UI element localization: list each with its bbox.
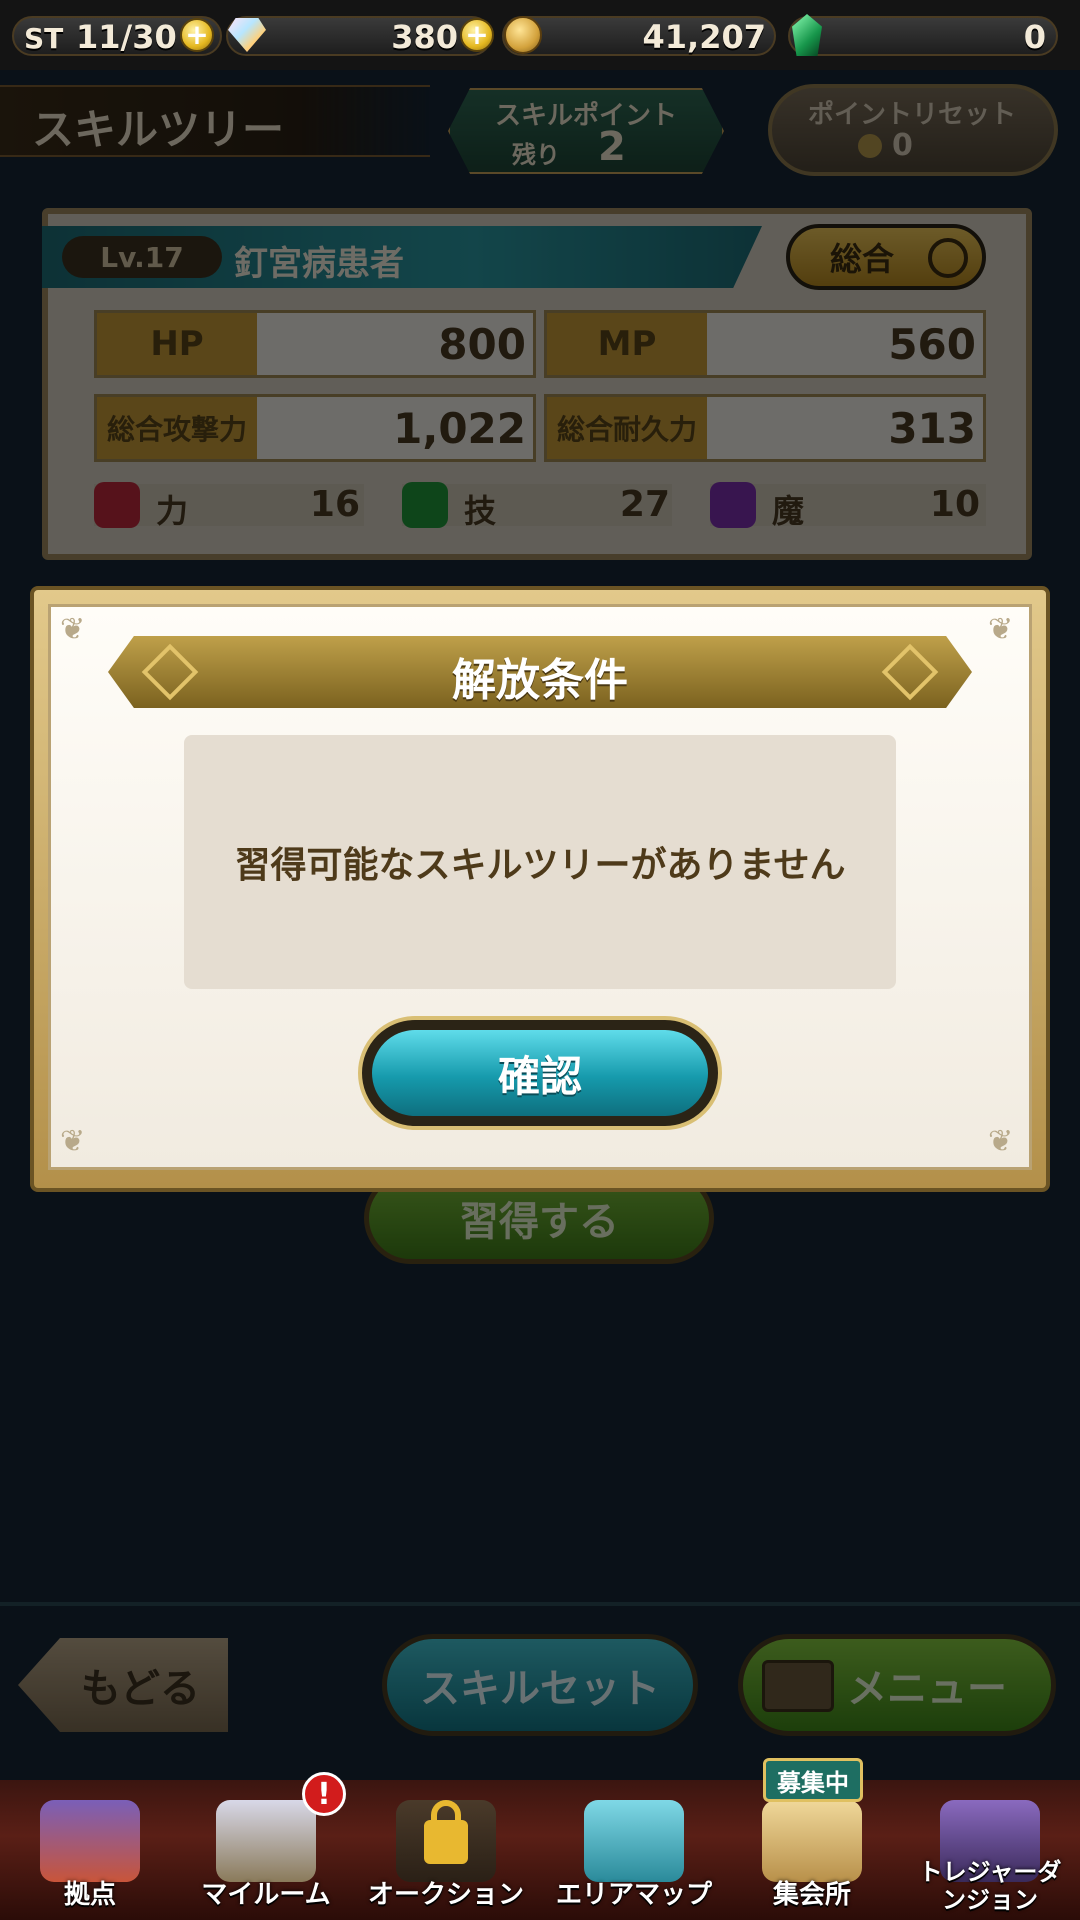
map-icon — [584, 1800, 684, 1882]
nav-label: マイルーム — [201, 1880, 331, 1910]
nav-item-treasure-dungeon[interactable]: トレジャーダンジョン — [900, 1780, 1080, 1920]
gold-value: 41,207 — [642, 18, 766, 56]
nav-label: 集会所 — [772, 1880, 851, 1910]
nav-label: エリアマップ — [555, 1880, 712, 1910]
page-title: スキルツリー — [32, 105, 285, 154]
corner-ornament-icon: ❦ — [60, 1124, 86, 1159]
stat-label: 総合耐久力 — [547, 397, 707, 459]
lock-body — [424, 1820, 468, 1864]
skill-points-remaining-value: 2 — [598, 124, 626, 170]
stat-label: 総合攻撃力 — [97, 397, 257, 459]
corner-ornament-icon: ❦ — [988, 1124, 1014, 1159]
attribute-value: 27 — [619, 484, 670, 525]
modal-title: 解放条件 — [452, 655, 628, 706]
nav-item-area-map[interactable]: エリアマップ — [544, 1780, 724, 1920]
gems-value: 380 — [391, 18, 458, 56]
nav-item-base[interactable]: 拠点 — [0, 1780, 180, 1920]
gold-coin-icon — [504, 16, 542, 54]
attribute-value: 16 — [309, 484, 360, 525]
corner-ornament-icon: ❦ — [60, 612, 86, 647]
skill-points-label: スキルポイント — [495, 101, 678, 131]
back-button[interactable]: もどる — [18, 1638, 228, 1732]
reset-coin-icon — [858, 134, 882, 158]
nav-label: トレジャーダンジョン — [918, 1858, 1062, 1914]
star-icon — [402, 482, 448, 528]
divider — [0, 1602, 1080, 1606]
attribute-label: 技 — [464, 492, 497, 530]
attribute-label: 力 — [156, 492, 189, 530]
confirm-button[interactable]: 確認 — [372, 1030, 708, 1116]
character-name: 釘宮病患者 — [234, 244, 404, 284]
book-icon — [762, 1660, 834, 1712]
stamina-value: 11/30 — [76, 18, 177, 56]
attribute-value: 10 — [929, 484, 980, 525]
stamina-label: ST — [24, 22, 64, 55]
stat-value: 800 — [438, 320, 526, 369]
stat-value: 313 — [888, 404, 976, 453]
nav-label: 拠点 — [63, 1880, 116, 1910]
sword-shield-icon — [216, 1800, 316, 1882]
recruiting-badge: 募集中 — [763, 1758, 863, 1802]
add-stamina-button[interactable]: + — [180, 18, 214, 52]
guild-hall-icon — [762, 1800, 862, 1882]
alert-icon: ! — [302, 1772, 346, 1816]
attribute-label: 魔 — [772, 492, 805, 530]
add-gems-button[interactable]: + — [460, 18, 494, 52]
green-gem-value: 0 — [1023, 18, 1046, 56]
modal-message: 習得可能なスキルツリーがありません — [234, 845, 846, 886]
skill-points-remaining-label: 残り — [512, 141, 560, 169]
fist-icon — [94, 482, 140, 528]
corner-ornament-icon: ❦ — [988, 612, 1014, 647]
stat-label: MP — [547, 313, 707, 375]
magic-icon — [710, 482, 756, 528]
base-tent-icon — [40, 1800, 140, 1882]
stat-label: HP — [97, 313, 257, 375]
skillset-button[interactable]: スキルセット — [382, 1634, 698, 1736]
refresh-icon — [928, 238, 968, 278]
reset-cost-value: 0 — [892, 128, 913, 163]
point-reset-label: ポイントリセット — [808, 100, 1017, 130]
character-level: Lv.17 — [62, 236, 222, 278]
stat-value: 560 — [888, 320, 976, 369]
stat-value: 1,022 — [393, 404, 526, 453]
nav-label: オークション — [367, 1880, 524, 1910]
